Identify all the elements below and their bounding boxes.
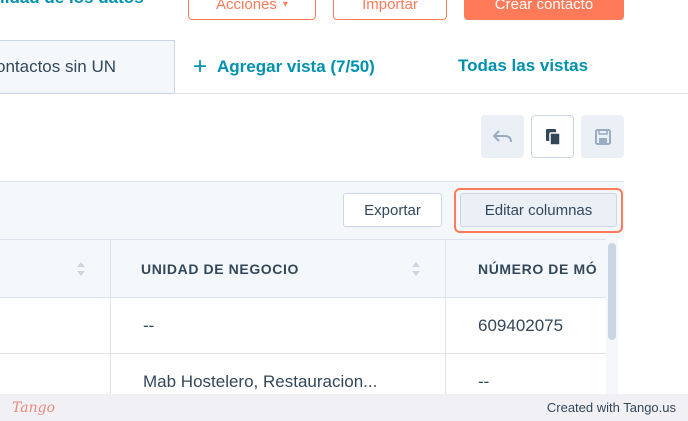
add-view-button[interactable]: + Agregar vista (7/50) [193,52,375,82]
sort-icon[interactable] [411,259,421,279]
actions-label: Acciones [216,0,277,13]
tab-contacts-without-un[interactable]: ontactos sin UN [0,40,175,94]
plus-icon: + [193,53,208,80]
tab-label: ontactos sin UN [0,57,116,76]
tango-credit: Created with Tango.us [546,400,676,415]
scrollbar-thumb[interactable] [608,243,616,340]
data-quality-link[interactable]: lidad de los datos [0,0,144,8]
column-header-label: NÚMERO DE MÓ [478,260,598,277]
export-button[interactable]: Exportar [343,193,442,227]
import-button[interactable]: Importar [333,0,447,20]
tango-logo: Tango [12,399,56,416]
all-views-link[interactable]: Todas las vistas [458,56,588,76]
column-header-label: UNIDAD DE NEGOCIO [141,260,299,277]
edit-columns-button[interactable]: Editar columnas [460,193,617,227]
column-header-business-unit[interactable]: UNIDAD DE NEGOCIO [111,239,446,298]
undo-button[interactable] [481,115,524,158]
column-header-name[interactable] [0,239,111,298]
copy-icon [545,128,561,146]
tango-footer: Tango Created with Tango.us [0,394,688,421]
table-cell [0,298,111,354]
actions-button[interactable]: Acciones ▾ [188,0,316,20]
save-view-button[interactable] [581,115,624,158]
add-view-label: Agregar vista (7/50) [217,57,375,76]
undo-icon [492,129,512,142]
chevron-down-icon: ▾ [282,0,288,10]
table-cell: -- [111,298,446,354]
create-contact-button[interactable]: Crear contacto [464,0,624,20]
sort-icon[interactable] [76,259,86,279]
clone-button[interactable] [531,115,574,158]
save-icon [594,128,611,145]
column-header-mobile-number[interactable]: NÚMERO DE MÓ [446,239,606,298]
table-cell: 609402075 [446,298,606,354]
